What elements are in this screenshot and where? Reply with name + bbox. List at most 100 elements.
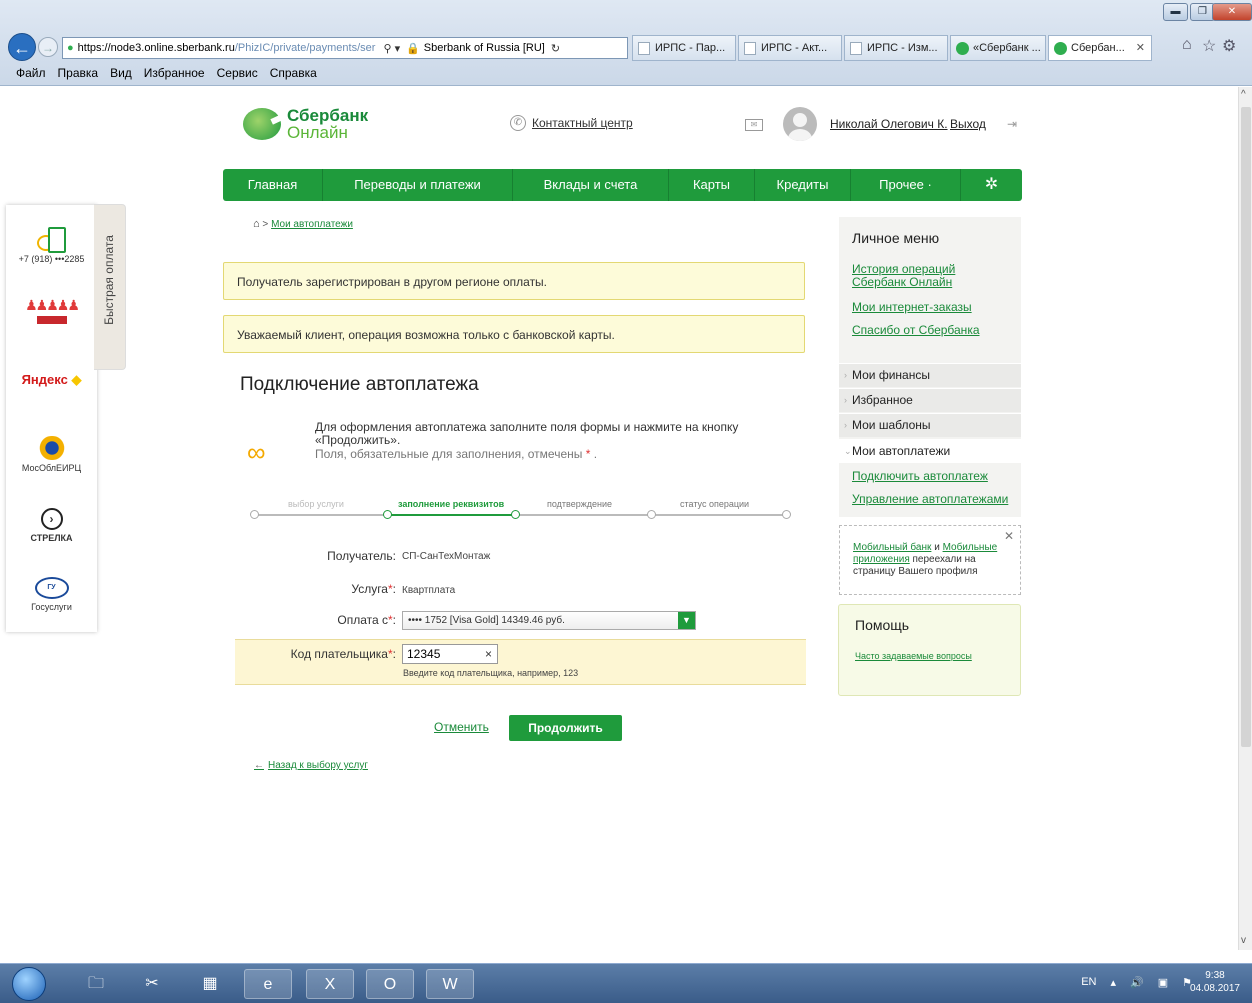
step-label: подтверждение [547,499,613,509]
menu-link-manage-autopay[interactable]: Управление автоплатежами [852,493,1008,506]
explorer-icon[interactable]: 🗀 [72,969,120,999]
continue-button[interactable]: Продолжить [509,715,622,741]
close-tab-icon[interactable]: ✕ [1136,36,1145,60]
scissors-icon[interactable]: ✂ [128,969,176,999]
quick-pay-toggle-tab[interactable]: Быстрая оплата [94,204,126,370]
clock-time: 9:38 [1205,970,1225,981]
calculator-icon[interactable]: ▦ [186,969,234,999]
sberbank-logo[interactable]: Сбербанк Онлайн [243,107,368,141]
scroll-up-icon[interactable]: ^ [1241,89,1246,100]
forward-arrow-icon[interactable]: → [38,37,58,57]
pay-from-select[interactable]: •••• 1752 [Visa Gold] 14349.46 руб. ▼ [402,611,696,630]
logout-link[interactable]: Выход [950,117,986,131]
nav-item-other[interactable]: Прочее · [851,169,961,201]
volume-icon[interactable]: 🔊 [1130,976,1144,989]
menu-link-history[interactable]: История операций Сбербанк Онлайн [852,263,1012,289]
contact-center-link[interactable]: Контактный центр [532,116,633,130]
vertical-scrollbar[interactable]: ^ v [1238,87,1252,950]
document-icon [744,42,756,55]
quick-pay-mos[interactable]: МосОблЕИРЦ [6,436,97,473]
menu-link-connect-autopay[interactable]: Подключить автоплатеж [852,470,988,483]
payer-code-row [235,639,806,685]
word-icon[interactable]: W [426,969,474,999]
quick-pay-yandex[interactable]: Яндекс ◆ [6,372,97,388]
quick-pay-strelka-label: СТРЕЛКА [30,533,73,543]
cancel-link[interactable]: Отменить [434,720,489,734]
taskbar: 🗀 ✂ ▦ e X O W EN ▴ 🔊 ▣ ⚑ 9:38 04.08.2017 [0,963,1252,1003]
minimize-button[interactable]: ▬ [1163,3,1188,21]
mail-icon[interactable]: ✉ [745,119,763,131]
menu-help[interactable]: Справка [270,66,317,80]
home-icon[interactable]: ⌂ [1182,36,1192,54]
home-icon[interactable]: ⌂ [253,218,260,230]
browser-tab[interactable]: «Сбербанк ... [950,35,1046,61]
browser-chrome: ▬ ❐ ✕ ← → ● https://node3.online.sberban… [0,0,1252,86]
browser-menubar: Файл Правка Вид Избранное Сервис Справка [0,62,1252,84]
address-bar[interactable]: ● https://node3.online.sberbank.ru/PhizI… [62,37,628,59]
nav-settings-gear-icon[interactable]: ✲ [961,169,1022,201]
user-name-link[interactable]: Николай Олегович К. [830,117,948,131]
search-icon[interactable]: ⚲ ▾ [383,42,400,55]
internet-explorer-icon[interactable]: e [244,969,292,999]
phone-icon: ✆ [510,115,526,131]
chevron-down-icon[interactable]: ▼ [678,612,695,629]
payer-code-input[interactable] [402,644,498,664]
excel-icon[interactable]: X [306,969,354,999]
nav-item-deposits[interactable]: Вклады и счета [513,169,669,201]
menu-link-orders[interactable]: Мои интернет-заказы [852,301,972,314]
back-to-services-link[interactable]: ← Назад к выбору услуг [254,760,368,771]
yandex-logo-icon: Яндекс ◆ [21,372,82,387]
quick-pay-gos[interactable]: ГУ Госуслуги [6,577,97,612]
nav-item-transfers[interactable]: Переводы и платежи [323,169,513,201]
menu-link-spasibo[interactable]: Спасибо от Сбербанка [852,324,980,337]
mosoblrc-logo-icon [33,436,70,460]
menu-item-finances[interactable]: › Мои финансы [839,363,1021,387]
clear-input-icon[interactable]: × [485,647,492,661]
nav-item-credits[interactable]: Кредиты [755,169,851,201]
avatar[interactable] [783,107,817,141]
outlook-icon[interactable]: O [366,969,414,999]
menu-tools[interactable]: Сервис [217,66,258,80]
windows-start-button[interactable] [12,967,46,1001]
browser-tab[interactable]: ИРПС - Пар... [632,35,736,61]
infinity-autopay-icon: ∞ [247,437,266,467]
menu-edit[interactable]: Правка [58,66,99,80]
menu-view[interactable]: Вид [110,66,132,80]
refresh-icon[interactable]: ↻ [551,42,560,55]
menu-item-templates[interactable]: › Мои шаблоны [839,413,1021,437]
nav-item-home[interactable]: Главная [223,169,323,201]
breadcrumb-link[interactable]: Мои автоплатежи [271,219,353,230]
site-identity: Sberbank of Russia [RU] [423,42,545,54]
menu-item-favorites[interactable]: › Избранное [839,388,1021,412]
menu-favorites[interactable]: Избранное [144,66,205,80]
browser-tab[interactable]: ИРПС - Акт... [738,35,842,61]
tray-expand-icon[interactable]: ▴ [1110,976,1116,989]
browser-tab[interactable]: ИРПС - Изм... [844,35,948,61]
sberbank-logo-icon [243,108,281,140]
scrollbar-thumb[interactable] [1241,107,1251,747]
back-arrow-icon[interactable]: ← [8,33,36,61]
browser-tab-active[interactable]: Сбербан... ✕ [1048,35,1152,61]
scroll-down-icon[interactable]: v [1241,935,1246,946]
network-icon[interactable]: ▣ [1158,976,1168,989]
logout-icon[interactable]: ⇥ [1007,117,1017,131]
close-icon[interactable]: ✕ [1004,530,1014,542]
clock[interactable]: 9:38 04.08.2017 [1190,969,1240,995]
language-indicator[interactable]: EN [1081,976,1096,989]
pay-from-selected: •••• 1752 [Visa Gold] 14349.46 руб. [408,615,565,626]
quick-pay-strelka[interactable]: › СТРЕЛКА [6,508,97,543]
menu-file[interactable]: Файл [16,66,46,80]
favorites-star-icon[interactable]: ☆ [1202,36,1216,56]
nav-item-cards[interactable]: Карты [669,169,755,201]
document-icon [638,42,650,55]
menu-item-autopayments[interactable]: ⌄ Мои автоплатежи [839,439,1021,463]
contact-center[interactable]: ✆ Контактный центр [510,115,633,131]
sberbank-favicon-icon [956,42,969,55]
chevron-right-icon: › [844,395,847,405]
settings-gear-icon[interactable]: ⚙ [1222,36,1236,56]
mobile-bank-link[interactable]: Мобильный банк [853,542,931,553]
close-window-button[interactable]: ✕ [1212,3,1252,21]
quick-pay-phone[interactable]: +7 (918) •••2285 [6,227,97,264]
faq-link[interactable]: Часто задаваемые вопросы [855,651,975,662]
quick-pay-people[interactable]: ♟♟♟♟♟ [6,297,97,324]
